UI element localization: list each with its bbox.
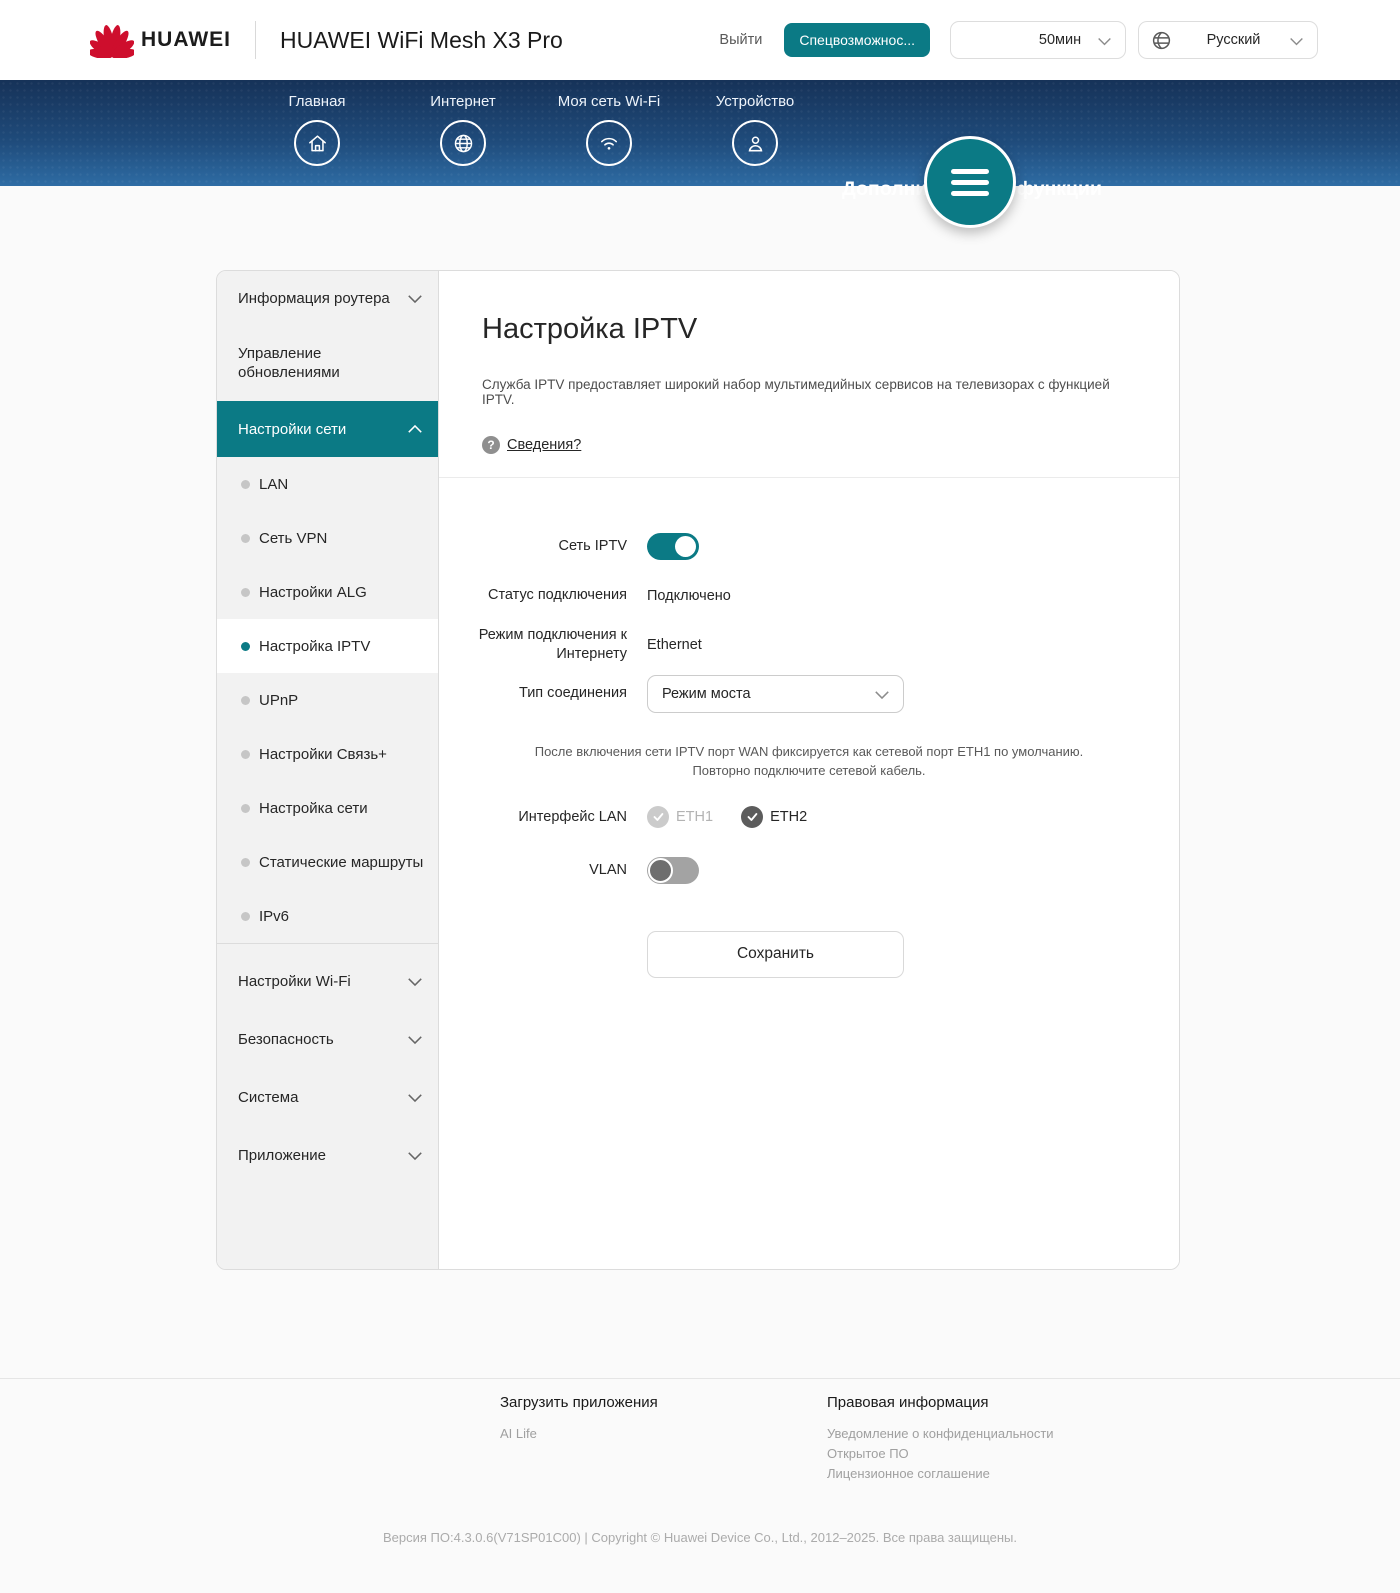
wifi-icon [586, 120, 632, 166]
footer-legal-heading: Правовая информация [827, 1394, 989, 1411]
bullet-dot-icon [241, 857, 250, 867]
chevron-down-icon [407, 292, 423, 305]
connection-type-value: Режим моста [662, 685, 751, 702]
chevron-down-icon [874, 688, 890, 701]
iptv-note: После включения сети IPTV порт WAN фикси… [534, 744, 1084, 778]
bullet-dot-icon [241, 533, 250, 543]
bullet-dot-icon [241, 641, 250, 651]
connection-type-select[interactable]: Режим моста [647, 674, 904, 713]
status-value: Подключено [647, 587, 731, 604]
home-icon [294, 120, 340, 166]
lan-interface-label: Интерфейс LAN [518, 808, 627, 825]
chevron-down-icon [407, 1091, 423, 1104]
language-value: Русский [1206, 32, 1261, 48]
sidebar-subitem-lan[interactable]: LAN [217, 457, 438, 511]
sidebar-subitem-vpn[interactable]: Сеть VPN [217, 511, 438, 565]
menu-fab-button[interactable] [924, 136, 1016, 228]
sidebar-subitem-network-config[interactable]: Настройка сети [217, 781, 438, 835]
brand-name: HUAWEI [141, 28, 231, 51]
sidebar-item-security[interactable]: Безопасность [217, 1010, 438, 1068]
session-timeout-value: 50мин [1038, 32, 1082, 48]
footer-apps-heading: Загрузить приложения [500, 1394, 658, 1411]
section-title: Настройка IPTV [482, 313, 698, 345]
huawei-flower-icon [90, 22, 134, 58]
details-link[interactable]: Сведения? [507, 437, 581, 453]
sidebar-subitem-static-routes[interactable]: Статические маршруты [217, 835, 438, 889]
help-question-icon: ? [482, 436, 500, 454]
bullet-dot-icon [241, 587, 250, 597]
save-button[interactable]: Сохранить [647, 930, 904, 978]
mode-label: Режим подключения к Интернету [478, 626, 627, 662]
sidebar-subitem-alg[interactable]: Настройки ALG [217, 565, 438, 619]
check-icon [741, 806, 764, 829]
sidebar-item-wifi-settings[interactable]: Настройки Wi-Fi [217, 952, 438, 1010]
session-timeout-select[interactable]: 50мин [950, 21, 1126, 59]
eth1-checkbox: ETH1 [647, 806, 713, 829]
settings-sidebar: Информация роутера Управление обновления… [217, 271, 439, 1269]
sidebar-item-router-info[interactable]: Информация роутера [217, 271, 438, 325]
sidebar-subitem-ipv6[interactable]: IPv6 [217, 889, 438, 943]
iptv-toggle-label: Сеть IPTV [558, 538, 627, 554]
bullet-dot-icon [241, 479, 250, 489]
vlan-toggle-label: VLAN [589, 861, 627, 878]
iptv-settings-panel: Настройка IPTV Служба IPTV предоставляет… [439, 271, 1179, 1269]
eth2-checkbox[interactable]: ETH2 [741, 806, 807, 829]
nav-item-internet[interactable]: Интернет [390, 93, 536, 166]
nav-item-device[interactable]: Устройство [682, 93, 828, 166]
sidebar-subitem-link-plus[interactable]: Настройки Связь+ [217, 727, 438, 781]
mode-value: Ethernet [647, 636, 702, 653]
bullet-dot-icon [241, 803, 250, 813]
logout-link[interactable]: Выйти [719, 32, 762, 48]
nav-item-wifi[interactable]: Моя сеть Wi-Fi [536, 93, 682, 166]
hamburger-icon [951, 168, 989, 174]
copyright-text: Версия ПО:4.3.0.6(V71SP01C00) | Copyrigh… [383, 1530, 1017, 1545]
accessibility-button[interactable]: Спецвозможнос... [784, 23, 930, 57]
page-title: HUAWEI WiFi Mesh X3 Pro [280, 26, 563, 53]
connection-type-label: Тип соединения [518, 685, 627, 701]
bullet-dot-icon [241, 749, 250, 759]
status-label: Статус подключения [487, 587, 627, 603]
sidebar-subitem-iptv[interactable]: Настройка IPTV [217, 619, 438, 673]
app-header: HUAWEI HUAWEI WiFi Mesh X3 Pro Выйти Спе… [0, 0, 1400, 80]
nav-item-home[interactable]: Главная [244, 93, 390, 166]
iptv-toggle[interactable] [647, 533, 699, 560]
chevron-down-icon [407, 1149, 423, 1162]
footer-link-license[interactable]: Лицензионное соглашение [827, 1464, 1054, 1484]
chevron-down-icon [407, 975, 423, 988]
check-icon [647, 806, 669, 829]
chevron-up-icon [407, 423, 423, 436]
header-divider [255, 21, 256, 59]
footer-link-ai-life[interactable]: AI Life [500, 1424, 658, 1444]
footer-link-open-source[interactable]: Открытое ПО [827, 1444, 1054, 1464]
sidebar-item-network-settings[interactable]: Настройки сети [217, 401, 438, 457]
sidebar-subitem-upnp[interactable]: UPnP [217, 673, 438, 727]
sidebar-item-system[interactable]: Система [217, 1068, 438, 1126]
section-description: Служба IPTV предоставляет широкий набор … [482, 377, 1110, 407]
bullet-dot-icon [241, 695, 250, 705]
chevron-down-icon [407, 1033, 423, 1046]
chevron-down-icon [1289, 34, 1304, 48]
bullet-dot-icon [241, 911, 250, 921]
huawei-logo: HUAWEI [90, 22, 231, 58]
footer-link-privacy[interactable]: Уведомление о конфиденциальности [827, 1424, 1054, 1444]
settings-card: Информация роутера Управление обновления… [216, 270, 1180, 1270]
sidebar-item-update-management[interactable]: Управление обновлениями [217, 325, 438, 401]
sidebar-item-application[interactable]: Приложение [217, 1126, 438, 1184]
language-select[interactable]: Русский [1138, 21, 1318, 59]
chevron-down-icon [1097, 34, 1112, 48]
vlan-toggle[interactable] [647, 856, 699, 884]
language-globe-icon [1151, 30, 1172, 51]
page-footer: Загрузить приложения AI Life Правовая ин… [0, 1378, 1400, 1481]
primary-nav: Главная Интернет Моя сеть Wi-Fi Устройст… [0, 80, 1400, 200]
internet-globe-icon [440, 120, 486, 166]
device-user-icon [732, 120, 778, 166]
